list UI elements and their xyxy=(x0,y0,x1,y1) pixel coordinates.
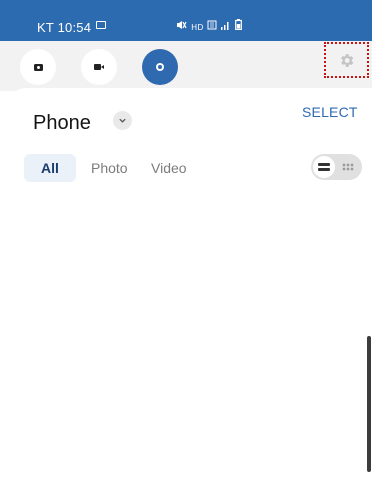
gallery-icon xyxy=(96,21,106,29)
tab-all[interactable]: All xyxy=(24,154,76,182)
grid-view-icon[interactable] xyxy=(342,163,354,171)
volte-icon xyxy=(207,20,217,35)
select-button[interactable]: SELECT xyxy=(302,104,358,120)
tab-photo[interactable]: Photo xyxy=(91,154,128,182)
status-bar: KT 10:54 HD xyxy=(0,0,372,41)
settings-button[interactable] xyxy=(324,42,369,78)
status-time: KT 10:54 xyxy=(37,20,92,35)
record-icon xyxy=(156,63,164,71)
video-camera-icon xyxy=(94,64,104,70)
gear-icon xyxy=(341,53,354,67)
mute-icon xyxy=(176,20,187,35)
scrollbar[interactable] xyxy=(367,336,371,472)
photo-mode-button[interactable] xyxy=(20,49,56,85)
capture-toolbar xyxy=(0,41,372,91)
view-toggle[interactable] xyxy=(311,154,362,180)
list-view-icon xyxy=(318,163,330,171)
signal-icon xyxy=(220,20,231,35)
tab-video[interactable]: Video xyxy=(151,154,187,182)
status-icons: HD xyxy=(176,19,242,35)
media-sheet xyxy=(8,88,372,479)
chevron-down-icon xyxy=(119,118,126,123)
storage-dropdown-button[interactable] xyxy=(113,111,132,130)
video-mode-button[interactable] xyxy=(81,49,117,85)
list-view-option[interactable] xyxy=(313,156,335,178)
storage-title: Phone xyxy=(33,112,91,134)
hd-label: HD xyxy=(191,23,204,32)
screen-record-button[interactable] xyxy=(142,49,178,85)
camera-icon xyxy=(33,63,43,71)
battery-icon xyxy=(234,19,242,35)
